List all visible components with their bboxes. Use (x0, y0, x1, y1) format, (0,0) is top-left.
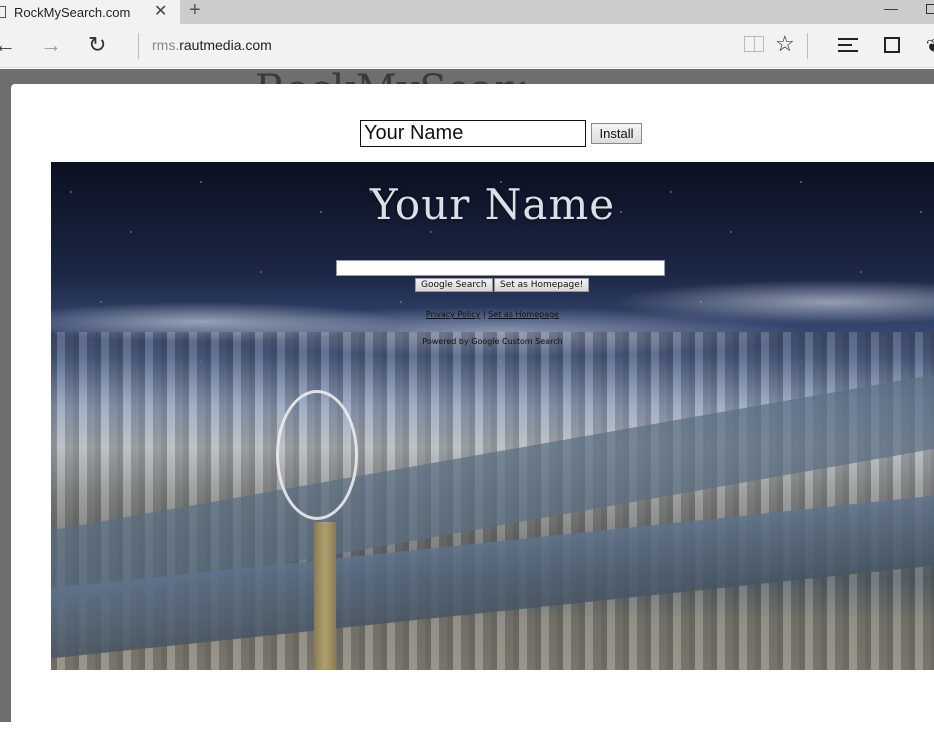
web-note-icon[interactable] (884, 37, 900, 53)
privacy-policy-link: Privacy Policy (425, 310, 481, 319)
refresh-icon[interactable]: ↻ (88, 32, 106, 58)
navigation-bar: ← → ↻ rms.rautmedia.com ☆ ❦ (0, 24, 934, 68)
share-icon[interactable]: ❦ (926, 36, 934, 57)
preview-search-input (336, 260, 665, 276)
powered-by-text: Powered by Google Custom Search (422, 337, 563, 346)
back-icon[interactable]: ← (0, 32, 16, 58)
hub-icon[interactable] (838, 38, 858, 56)
preview-google-search-button: Google Search (415, 278, 493, 292)
forward-icon[interactable]: → (40, 32, 62, 58)
new-tab-icon[interactable]: + (189, 0, 201, 22)
homepage-preview-image: Your Name Google Search Set as Homepage!… (51, 162, 934, 670)
address-domain: rautmedia.com (179, 37, 272, 53)
address-subdomain: rms. (152, 37, 180, 53)
maximize-icon[interactable] (926, 4, 934, 14)
browser-tab[interactable]: RockMySearch.com ✕ (0, 0, 180, 24)
background-page-heading: RockMySearch (255, 70, 525, 84)
preview-links: Privacy Policy | Set as Homepage (51, 310, 934, 319)
title-bar: RockMySearch.com ✕ + — (0, 0, 934, 24)
minimize-icon[interactable]: — (884, 0, 898, 16)
name-input[interactable] (360, 120, 586, 147)
preview-logo: Your Name (369, 180, 616, 229)
tab-title: RockMySearch.com (14, 4, 131, 20)
toolbar-separator (807, 33, 808, 59)
ferris-wheel (276, 390, 358, 520)
page-icon (0, 6, 6, 18)
clock-tower (314, 522, 336, 670)
set-homepage-link: Set as Homepage (488, 310, 560, 319)
reading-view-icon[interactable] (744, 36, 764, 52)
install-button[interactable]: Install (591, 123, 642, 144)
favorite-star-icon[interactable]: ☆ (775, 31, 795, 57)
preview-set-homepage-button: Set as Homepage! (494, 278, 590, 292)
address-bar[interactable]: rms.rautmedia.com (152, 37, 272, 53)
address-separator (138, 33, 139, 59)
close-tab-icon[interactable]: ✕ (154, 1, 167, 21)
